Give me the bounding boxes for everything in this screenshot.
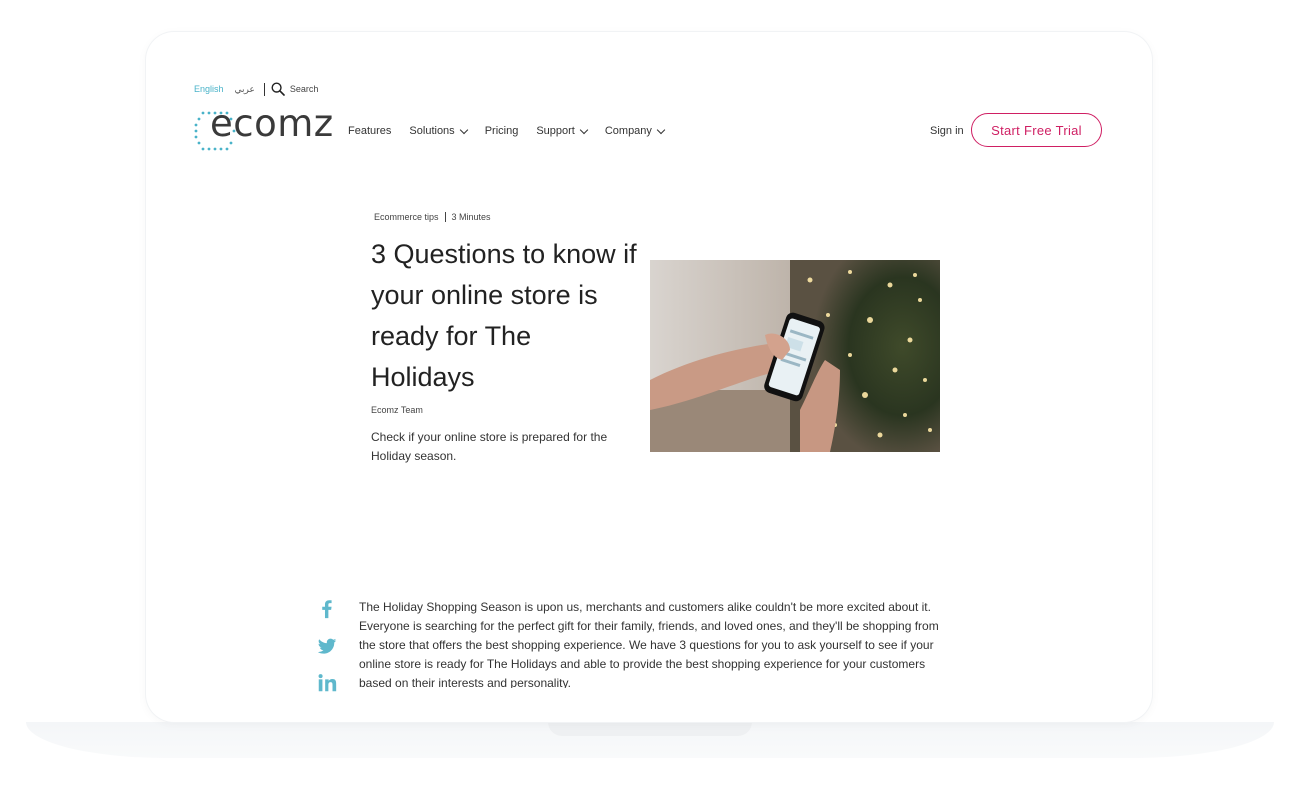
- phone-christmas-tree-photo: [650, 260, 940, 452]
- start-free-trial-button[interactable]: Start Free Trial: [971, 113, 1102, 147]
- nav-item-label: Features: [348, 125, 392, 137]
- article-meta: Ecommerce tips 3 Minutes: [374, 212, 491, 222]
- utility-bar: English عربي Search: [194, 82, 318, 96]
- meta-divider: [444, 212, 446, 222]
- device-notch: [548, 722, 752, 736]
- article-author: Ecomz Team: [371, 405, 423, 415]
- nav-item-label: Support: [536, 125, 575, 137]
- chevron-down-icon: [656, 125, 666, 134]
- article-title: 3 Questions to know if your online store…: [371, 239, 637, 392]
- device-screen: English عربي Search ecomz Features Solut: [146, 32, 1152, 722]
- twitter-icon[interactable]: [316, 635, 338, 657]
- nav-item-label: Solutions: [409, 125, 455, 137]
- language-english-link[interactable]: English: [194, 84, 224, 94]
- linkedin-icon[interactable]: [316, 672, 338, 694]
- language-arabic-link[interactable]: عربي: [235, 84, 255, 95]
- nav-item-solutions[interactable]: Solutions: [409, 125, 468, 137]
- sign-in-link[interactable]: Sign in: [930, 125, 964, 137]
- article-body: The Holiday Shopping Season is upon us, …: [359, 600, 939, 688]
- logo-wordmark: ecomz: [210, 102, 334, 145]
- search-icon[interactable]: [271, 82, 285, 96]
- nav-item-pricing[interactable]: Pricing: [485, 125, 519, 137]
- article-summary: Check if your online store is prepared f…: [371, 430, 608, 463]
- nav-item-support[interactable]: Support: [536, 125, 589, 137]
- share-bar: [316, 598, 340, 709]
- facebook-icon[interactable]: [316, 598, 338, 620]
- ecomz-logo[interactable]: ecomz: [194, 102, 333, 152]
- utility-divider: [263, 82, 265, 96]
- nav-item-label: Company: [604, 125, 652, 137]
- nav-item-features[interactable]: Features: [348, 125, 391, 137]
- main-nav: Features Solutions Pricing Support Compa…: [348, 125, 682, 137]
- nav-item-company[interactable]: Company: [604, 125, 666, 137]
- nav-item-label: Pricing: [484, 125, 519, 137]
- article-category[interactable]: Ecommerce tips: [374, 212, 439, 222]
- search-link[interactable]: Search: [290, 84, 319, 94]
- chevron-down-icon: [459, 125, 468, 134]
- chevron-down-icon: [579, 125, 589, 134]
- article-read-time: 3 Minutes: [451, 212, 491, 222]
